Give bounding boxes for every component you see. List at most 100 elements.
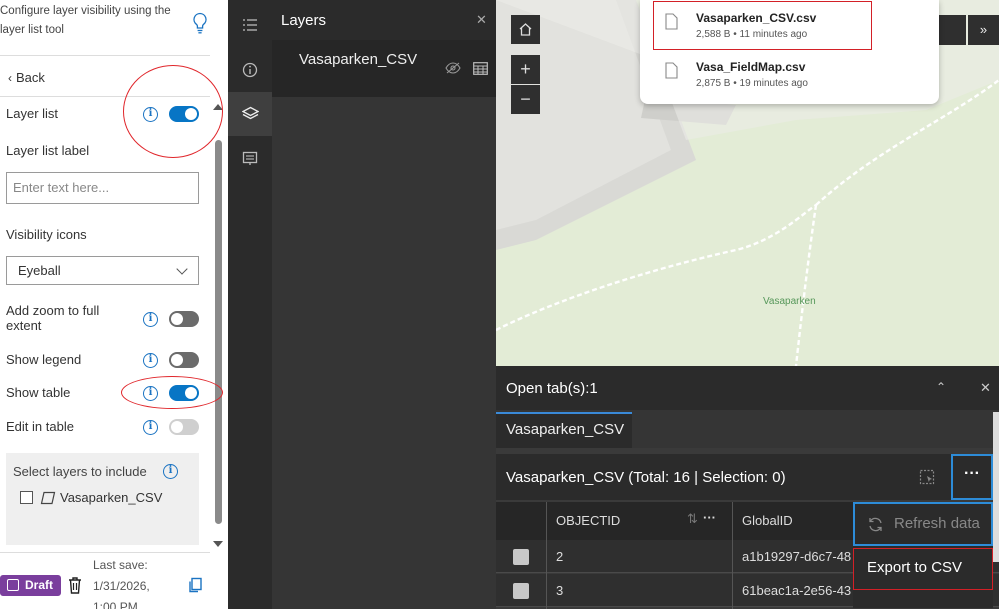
draft-button[interactable]: Draft (0, 575, 61, 596)
cell-objectid: 2 (556, 549, 564, 564)
layer-list-label-heading: Layer list label (6, 143, 90, 158)
add-zoom-label: Add zoom to full extent (6, 303, 100, 333)
scrollbar-thumb[interactable] (215, 140, 222, 524)
table-toolbar: Vasaparken_CSV (Total: 16 | Selection: 0… (496, 454, 999, 500)
row-checkbox[interactable] (513, 583, 529, 599)
last-save-text: Last save: 1/31/2026, 1:00 PM (93, 558, 150, 609)
info-icon (242, 62, 258, 78)
layer-name: Vasaparken_CSV (299, 51, 418, 68)
row-checkbox[interactable] (513, 549, 529, 565)
scroll-down-icon[interactable] (213, 541, 223, 547)
options-menu: Refresh data Export to CSV (853, 502, 993, 608)
refresh-data-item[interactable]: Refresh data (853, 502, 993, 546)
layer-list-item[interactable]: Vasaparken_CSV (272, 40, 496, 97)
tab-strip: Vasaparken_CSV (496, 410, 999, 448)
layer-checkbox[interactable] (20, 491, 33, 504)
chevron-left-icon: ‹ (8, 71, 12, 85)
refresh-data-label: Refresh data (894, 515, 980, 532)
layer-list-label: Layer list (6, 106, 59, 121)
add-zoom-toggle[interactable] (169, 311, 199, 327)
tab-vasaparken[interactable]: Vasaparken_CSV (496, 412, 632, 448)
select-by-rectangle-icon[interactable] (919, 469, 935, 485)
column-header-objectid[interactable]: OBJECTID (556, 513, 620, 528)
scroll-up-icon[interactable] (213, 104, 223, 110)
show-legend-toggle[interactable] (169, 352, 199, 368)
file-icon (665, 13, 678, 30)
map-tool-button[interactable] (938, 15, 966, 45)
save-icon (7, 579, 19, 591)
divider (0, 552, 210, 553)
zoom-out-button[interactable]: − (511, 85, 540, 114)
info-icon[interactable]: i (143, 107, 158, 122)
info-widget-button[interactable] (228, 48, 272, 92)
column-separator (732, 502, 733, 609)
info-icon[interactable]: i (143, 353, 158, 368)
file-meta: 2,588 B • 11 minutes ago (696, 29, 808, 40)
select-layers-box: Select layers to include i Vasaparken_CS… (6, 453, 199, 545)
layers-icon (241, 106, 259, 120)
settings-panel: Configure layer visibility using the lay… (0, 0, 228, 609)
draft-label: Draft (25, 578, 54, 592)
table-title: Vasaparken_CSV (Total: 16 | Selection: 0… (506, 469, 786, 486)
select-layers-label: Select layers to include (13, 464, 147, 479)
column-menu-icon[interactable]: ··· (703, 510, 716, 525)
list-icon (243, 19, 257, 31)
show-legend-label: Show legend (6, 352, 82, 367)
sort-icon[interactable]: ⇅ (687, 511, 698, 527)
chevron-up-icon[interactable]: ⌃ (936, 380, 946, 394)
close-icon[interactable]: ✕ (980, 380, 991, 396)
file-name: Vasaparken_CSV.csv (696, 11, 817, 25)
cell-globalid: 61beac1a-2e56-43 (742, 583, 852, 598)
attribute-table-panel: Open tab(s):1 ⌃ ✕ Vasaparken_CSV Vasapar… (496, 366, 999, 609)
list-widget-button[interactable] (228, 3, 272, 47)
edit-in-table-toggle[interactable] (169, 419, 199, 435)
layers-panel-title: Layers (281, 12, 327, 29)
column-header-globalid[interactable]: GlobalID (742, 513, 793, 528)
copy-icon[interactable] (187, 577, 203, 593)
table-icon[interactable] (473, 62, 488, 75)
widget-icon-bar (228, 0, 272, 609)
legend-icon (242, 151, 258, 165)
lightbulb-icon[interactable] (191, 12, 209, 34)
expand-toolbar-button[interactable]: » (968, 15, 999, 45)
eye-off-icon[interactable] (445, 62, 461, 74)
layer-list-label-input[interactable]: Enter text here... (6, 172, 199, 204)
layer-name: Vasaparken_CSV (60, 490, 163, 505)
visibility-icons-select[interactable]: Eyeball (6, 256, 199, 285)
info-icon[interactable]: i (143, 312, 158, 327)
home-icon (519, 23, 532, 36)
info-icon[interactable]: i (143, 386, 158, 401)
table-scrollbar[interactable] (993, 412, 999, 562)
show-table-label: Show table (6, 385, 71, 400)
file-name: Vasa_FieldMap.csv (696, 60, 806, 74)
trash-icon[interactable] (67, 576, 83, 594)
layer-list-toggle[interactable] (169, 106, 199, 122)
cell-objectid: 3 (556, 583, 564, 598)
info-icon[interactable]: i (163, 464, 178, 479)
export-csv-item[interactable]: Export to CSV (853, 548, 993, 590)
legend-widget-button[interactable] (228, 136, 272, 180)
csv-file-menu: Vasaparken_CSV.csv 2,588 B • 11 minutes … (640, 0, 939, 104)
visibility-icons-label: Visibility icons (6, 227, 87, 242)
open-tabs-title: Open tab(s):1 (506, 380, 598, 397)
info-icon[interactable]: i (143, 420, 158, 435)
layers-widget-button[interactable] (228, 92, 272, 136)
close-icon[interactable]: ✕ (476, 12, 487, 28)
file-meta: 2,875 B • 19 minutes ago (696, 78, 808, 89)
refresh-icon (869, 517, 882, 532)
layers-panel-header: Layers ✕ (272, 0, 496, 40)
highlight-box (653, 1, 872, 50)
show-table-toggle[interactable] (169, 385, 199, 401)
back-label: Back (16, 70, 45, 85)
more-options-button[interactable]: ··· (951, 454, 993, 500)
visibility-icons-value: Eyeball (18, 263, 61, 278)
park-label: Vasaparken (763, 296, 816, 307)
zoom-in-button[interactable]: + (511, 55, 540, 84)
divider (0, 55, 210, 56)
home-button[interactable] (511, 15, 540, 44)
layer-list-hint: Configure layer visibility using the lay… (0, 5, 171, 36)
polygon-layer-icon (40, 491, 56, 505)
divider (0, 96, 210, 97)
column-separator (546, 502, 547, 609)
back-button[interactable]: ‹ Back (8, 70, 45, 85)
